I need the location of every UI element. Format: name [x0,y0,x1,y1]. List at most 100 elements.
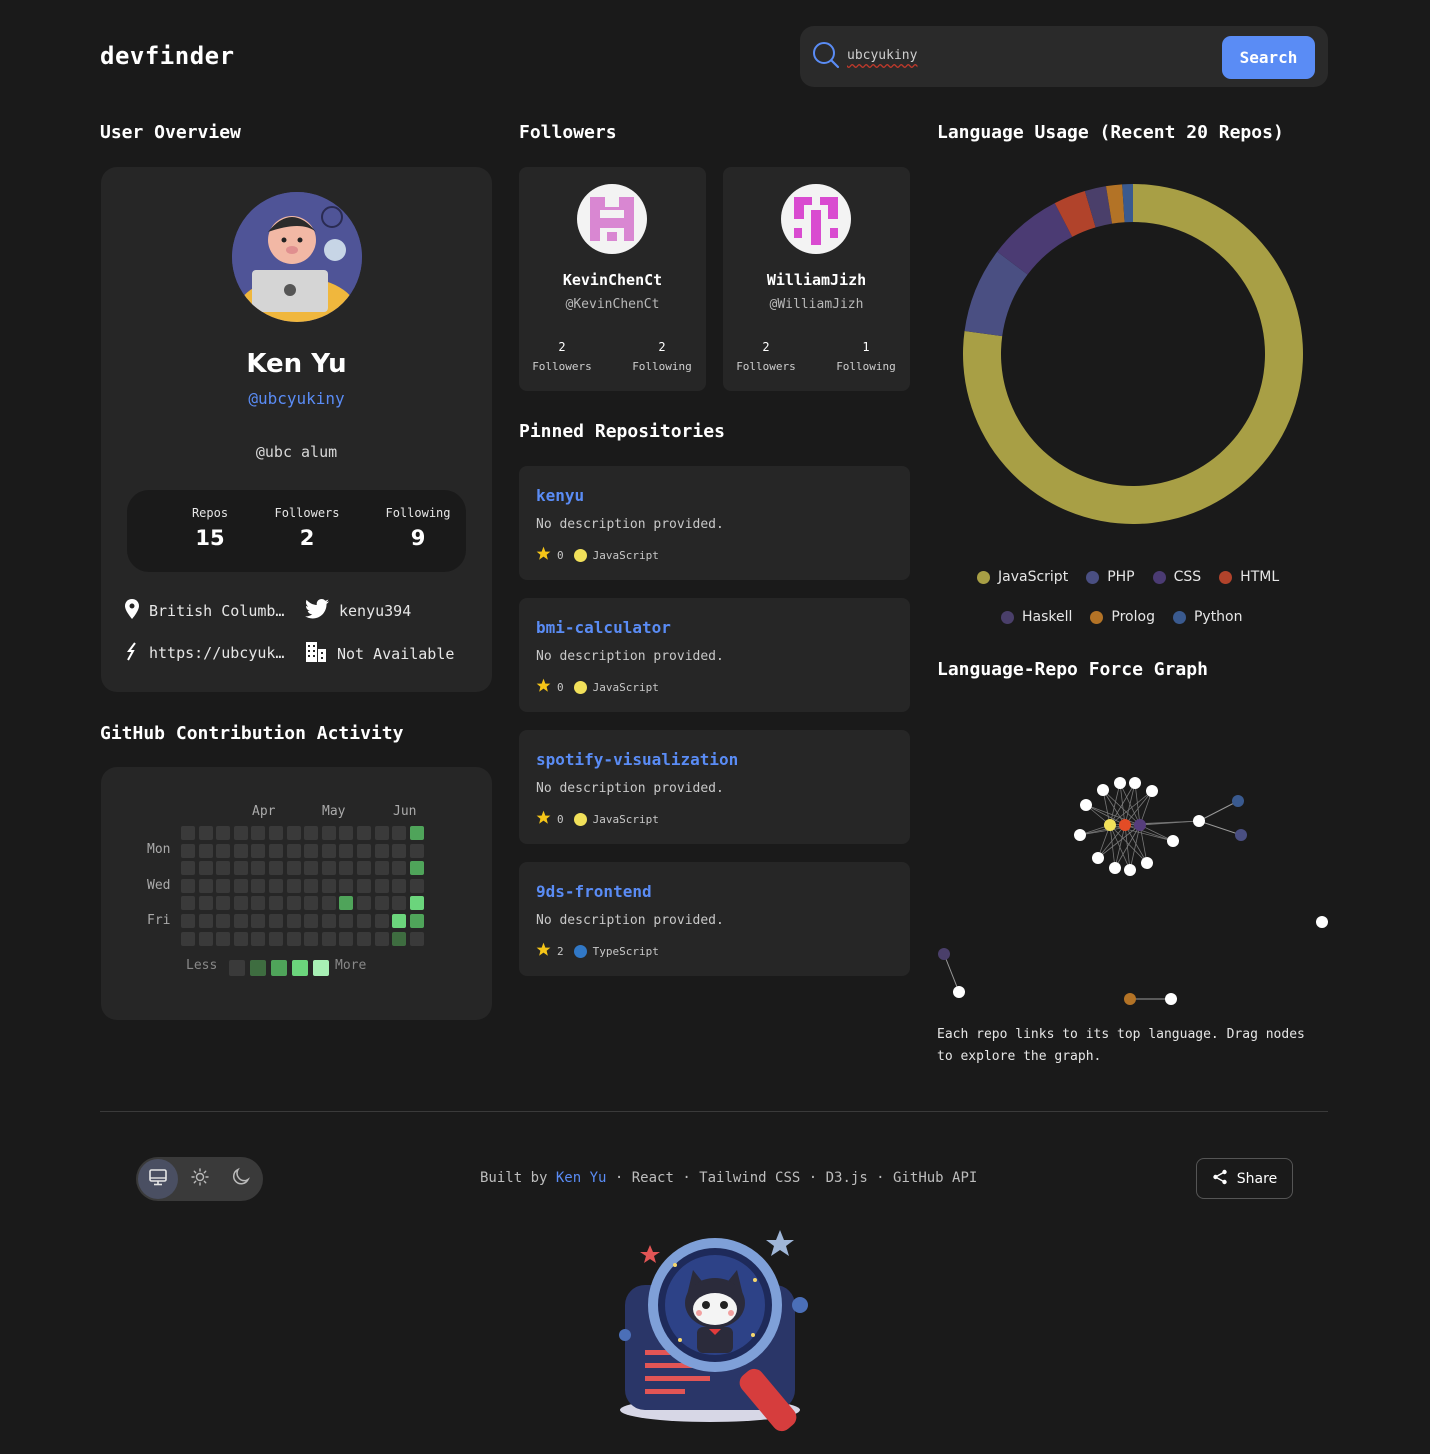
star-icon [536,546,551,564]
legend-label: Haskell [1022,609,1073,625]
graph-node[interactable] [1146,785,1158,797]
system-theme-button[interactable] [138,1159,178,1199]
repo-name-link[interactable]: 9ds-frontend [536,882,652,901]
section-title-followers: Followers [519,122,617,143]
brand-logo[interactable]: devfinder [100,42,235,70]
share-button[interactable]: Share [1196,1158,1293,1199]
website-link[interactable]: https://ubcyuk… [149,644,284,662]
follower-name: KevinChenCt [562,271,663,289]
graph-node[interactable] [1097,784,1109,796]
contribution-day-cell [357,861,371,876]
contribution-day-cell [181,914,195,928]
contribution-day-cell [216,914,231,928]
graph-node[interactable] [953,986,965,998]
contribution-card: Apr May Jun Mon Wed Fri Less More [101,767,492,1020]
repo-card[interactable]: 9ds-frontend No description provided. 2 … [519,862,910,976]
repo-name-link[interactable]: spotify-visualization [536,750,738,769]
graph-node[interactable] [1232,795,1244,807]
graph-link [1198,800,1239,822]
graph-node[interactable] [1316,916,1328,928]
contribution-day-cell [321,878,336,893]
author-link[interactable]: Ken Yu [556,1170,607,1186]
repo-language: JavaScript [592,548,659,562]
star-icon [536,678,551,696]
contribution-day-cell [392,861,407,876]
language-dot [573,944,587,958]
graph-node[interactable] [1134,819,1146,831]
contribution-day-cell [374,878,389,893]
search-button[interactable]: Search [1222,36,1315,79]
label: Following [632,360,692,373]
twitter-info[interactable]: kenyu394 [305,599,411,623]
contribution-day-cell [304,826,319,840]
graph-node[interactable] [1092,852,1104,864]
repo-card[interactable]: kenyu No description provided. 0 JavaScr… [519,466,910,580]
contribution-day-cell [233,931,248,946]
contribution-day-cell [392,931,407,946]
count: 2 [762,340,770,354]
contribution-day-cell [409,843,424,858]
contribution-day-cell [304,896,319,911]
contribution-day-cell [321,931,336,946]
legend-label: PHP [1107,569,1135,585]
follower-card[interactable]: WilliamJizh @WilliamJizh 2 Followers 1 Fol… [723,167,910,391]
graph-node[interactable] [1167,835,1179,847]
repo-name-link[interactable]: kenyu [536,486,584,505]
graph-node[interactable] [1114,777,1126,789]
contribution-day-cell [269,826,283,840]
graph-node[interactable] [1124,864,1136,876]
contribution-day-cell [198,896,213,911]
contribution-day-cell [321,914,336,928]
repo-description: No description provided. [536,517,724,532]
contribution-day-cell [357,826,371,840]
graph-node[interactable] [1074,829,1086,841]
contribution-day-cell [233,861,248,876]
graph-node[interactable] [1129,777,1141,789]
contribution-day-cell [321,861,336,876]
label: Following [836,360,896,373]
graph-node[interactable] [1109,862,1121,874]
stat-value: 15 [195,526,225,550]
contribution-day-cell [233,896,248,911]
moon-icon [231,1167,251,1191]
contribution-day-cell [251,878,266,893]
contribution-day-cell [198,826,213,840]
website-info[interactable]: https://ubcyuk… [125,641,284,665]
count: 1 [862,340,870,354]
repo-card[interactable]: spotify-visualization No description pro… [519,730,910,844]
repo-meta: 2 TypeScript [536,942,659,960]
contribution-day-cell [269,843,283,858]
sun-icon [191,1168,209,1190]
graph-node[interactable] [1104,819,1116,831]
follower-card[interactable]: KevinChenCt @KevinChenCt 2 Followers 2 Fol… [519,167,706,391]
graph-node[interactable] [1124,993,1136,1005]
user-handle-link[interactable]: @ubcyukiny [101,389,492,408]
graph-node[interactable] [1235,829,1247,841]
contribution-day-cell [181,826,195,840]
contribution-day-cell [181,878,195,893]
dark-theme-button[interactable] [221,1159,261,1199]
twitter-handle: kenyu394 [339,602,412,620]
legend-label: Python [1193,609,1243,625]
graph-node[interactable] [1165,993,1177,1005]
repo-meta: 0 JavaScript [536,810,659,828]
legend-row: JavaScript PHP CSS HTML [977,569,1279,585]
contribution-day-cell [198,914,213,928]
light-theme-button[interactable] [180,1159,220,1199]
contribution-day-cell [269,931,283,946]
graph-node[interactable] [1193,815,1205,827]
graph-node[interactable] [938,948,950,960]
repo-name-link[interactable]: bmi-calculator [536,618,671,637]
graph-node[interactable] [1141,857,1153,869]
legend-item: Python [1172,609,1243,625]
contribution-day-cell [233,914,248,928]
contribution-day-cell [304,931,319,946]
graph-node[interactable] [1119,819,1131,831]
force-graph[interactable] [930,760,1330,1015]
graph-node[interactable] [1080,799,1092,811]
contribution-day-cell [357,931,371,946]
contribution-day-cell [374,861,389,876]
search-input[interactable]: ubcyukiny [847,48,917,63]
company-info: Not Available [305,641,454,667]
repo-card[interactable]: bmi-calculator No description provided. … [519,598,910,712]
